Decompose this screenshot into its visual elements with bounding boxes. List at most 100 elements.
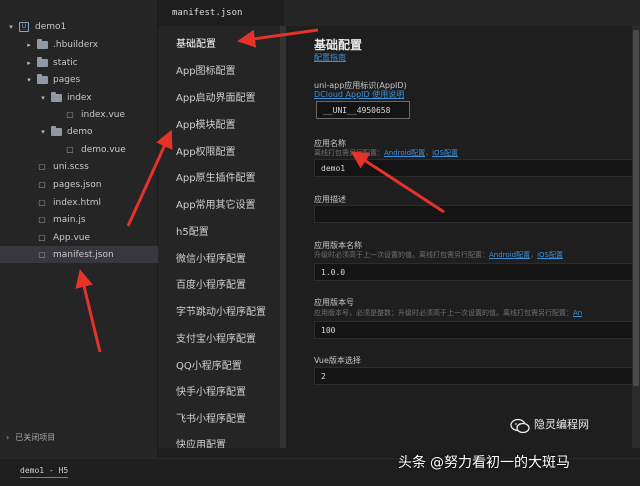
watermark-source: 头条 [398, 455, 426, 471]
file-icon: ▢ [38, 198, 46, 207]
folder-icon [36, 56, 48, 69]
version-code-hint-text: 应用版本号，必须是整数；升级时必须高于上一次设置的值。离线打包需另行配置： [314, 309, 573, 317]
chevron-right-icon[interactable]: ▸ [24, 41, 34, 49]
chevron-right-icon[interactable]: ▸ [24, 59, 34, 67]
tree-item-label: pages [53, 74, 81, 85]
tree-item-label: App.vue [53, 232, 91, 243]
app-name-field[interactable]: demo1 [314, 159, 640, 177]
folder-item[interactable]: ▸ static [0, 54, 158, 71]
tree-item-label: uni.scss [53, 161, 89, 172]
settings-scrollbar[interactable] [632, 26, 640, 448]
config-guide-link[interactable]: 配置指南 [314, 52, 346, 63]
tree-item-label: manifest.json [53, 249, 114, 260]
folder-item[interactable]: ▾ index [0, 89, 158, 106]
version-name-ios-link[interactable]: iOS配置 [537, 251, 563, 259]
closed-projects-label: 已关闭项目 [15, 433, 56, 442]
app-name-ios-link[interactable]: iOS配置 [432, 149, 458, 157]
file-item[interactable]: ▢ pages.json [0, 176, 158, 193]
nav-item-kuaishou-mp[interactable]: 快手小程序配置 [176, 383, 246, 398]
appid-field[interactable]: __UNI__4950658 [316, 101, 410, 119]
tree-item-label: demo1 [35, 21, 67, 32]
folder-item[interactable]: ▾ pages [0, 71, 158, 88]
file-icon: ▢ [38, 180, 46, 189]
tree-item-label: .hbuilderx [53, 39, 99, 50]
nav-item-app-other-settings[interactable]: App常用其它设置 [176, 196, 256, 211]
nav-item-toutiao-mp[interactable]: 字节跳动小程序配置 [176, 303, 266, 318]
appid-help-link[interactable]: DCloud AppID 使用说明 [314, 89, 404, 100]
vue-version-label: Vue版本选择 [314, 356, 361, 365]
tree-item-label: index.html [53, 197, 101, 208]
folder-item[interactable]: ▸ .hbuilderx [0, 36, 158, 53]
version-code-hint: 应用版本号，必须是整数；升级时必须高于上一次设置的值。离线打包需另行配置：An [314, 308, 582, 318]
version-code-label: 应用版本号 [314, 298, 354, 307]
file-explorer: ▾ Udemo1 ▸ .hbuilderx ▸ static ▾ pages ▾ index ▢ in… [0, 0, 158, 458]
file-item[interactable]: ▢ App.vue [0, 229, 158, 246]
nav-item-app-splash[interactable]: App启动界面配置 [176, 89, 256, 104]
tree-item-label: index.vue [81, 109, 126, 120]
toutiao-watermark: 头条 @努力看初一的大斑马 [398, 452, 570, 472]
folder-icon [36, 38, 48, 51]
tree-item-label: main.js [53, 214, 86, 225]
version-name-hint-text: 升级时必须高于上一次设置的值。离线打包需另行配置： [314, 251, 489, 259]
nav-item-qq-mp[interactable]: QQ小程序配置 [176, 357, 242, 372]
file-item[interactable]: ▢ uni.scss [0, 158, 158, 175]
file-icon: ▢ [66, 110, 74, 119]
file-icon: ▢ [38, 162, 46, 171]
app-name-hint-text: 离线打包需另行配置： [314, 149, 384, 157]
wechat-account-name: 隐灵编程网 [534, 418, 589, 431]
settings-panel: 基础配置 配置指南 uni-app应用标识(AppID) DCloud AppI… [286, 26, 640, 448]
folder-item[interactable]: ▾ demo [0, 123, 158, 140]
chevron-down-icon[interactable]: ▾ [38, 128, 48, 136]
nav-item-basic-config[interactable]: 基础配置 [176, 35, 216, 50]
app-name-hint: 离线打包需另行配置：Android配置，iOS配置 [314, 148, 458, 158]
nav-item-baidu-mp[interactable]: 百度小程序配置 [176, 276, 246, 291]
tab-strip [284, 0, 640, 26]
folder-icon [50, 125, 62, 138]
nav-item-feishu-mp[interactable]: 飞书小程序配置 [176, 410, 246, 425]
folder-icon [50, 91, 62, 104]
editor-tab-manifest[interactable]: manifest.json [158, 0, 284, 26]
wechat-icon [510, 418, 530, 434]
chevron-down-icon[interactable]: ▾ [38, 94, 48, 102]
file-item[interactable]: ▢ demo.vue [0, 141, 158, 158]
file-icon: ▢ [66, 145, 74, 154]
file-item[interactable]: ▢ main.js [0, 211, 158, 228]
version-code-field[interactable]: 100 [314, 321, 640, 339]
section-title: 基础配置 [314, 38, 363, 52]
version-name-android-link[interactable]: Android配置 [489, 251, 530, 259]
nav-item-app-modules[interactable]: App模块配置 [176, 116, 236, 131]
nav-item-h5[interactable]: h5配置 [176, 223, 209, 238]
nav-item-alipay-mp[interactable]: 支付宝小程序配置 [176, 330, 256, 345]
project-icon: U [18, 21, 30, 33]
app-desc-field[interactable] [314, 205, 640, 223]
version-name-field[interactable]: 1.0.0 [314, 263, 640, 281]
file-item[interactable]: ▢ index.html [0, 194, 158, 211]
file-icon: ▢ [38, 233, 46, 242]
file-item[interactable]: ▢ manifest.json [0, 246, 158, 263]
tree-item-label: demo [67, 126, 93, 137]
tree-item-label: static [53, 57, 78, 68]
nav-item-weixin-mp[interactable]: 微信小程序配置 [176, 250, 246, 265]
nav-item-app-icon[interactable]: App图标配置 [176, 62, 236, 77]
watermark-author: @努力看初一的大斑马 [430, 455, 570, 471]
settings-scrollbar-thumb[interactable] [633, 30, 639, 386]
chevron-down-icon[interactable]: ▾ [6, 23, 16, 31]
version-name-hint: 升级时必须高于上一次设置的值。离线打包需另行配置：Android配置，iOS配置 [314, 250, 563, 260]
folder-icon [36, 73, 48, 86]
app-name-android-link[interactable]: Android配置 [384, 149, 425, 157]
tree-item-label: demo.vue [81, 144, 126, 155]
config-nav: 基础配置 App图标配置 App启动界面配置 App模块配置 App权限配置 A… [158, 26, 282, 448]
nav-item-app-permissions[interactable]: App权限配置 [176, 143, 236, 158]
project-item[interactable]: ▾ Udemo1 [0, 18, 158, 35]
version-code-android-link[interactable]: An [573, 309, 582, 317]
nav-item-quickapp[interactable]: 快应用配置 [176, 436, 226, 448]
file-item[interactable]: ▢ index.vue [0, 106, 158, 123]
file-icon: ▢ [38, 215, 46, 224]
nav-item-app-native-plugins[interactable]: App原生插件配置 [176, 169, 256, 184]
app-desc-label: 应用描述 [314, 195, 346, 204]
chevron-down-icon[interactable]: ▾ [24, 76, 34, 84]
status-project[interactable]: demo1 - H5 [20, 466, 69, 478]
closed-projects-section[interactable]: › 已关闭项目 [6, 432, 55, 443]
tree-item-label: pages.json [53, 179, 102, 190]
vue-version-field[interactable]: 2 [314, 367, 640, 385]
